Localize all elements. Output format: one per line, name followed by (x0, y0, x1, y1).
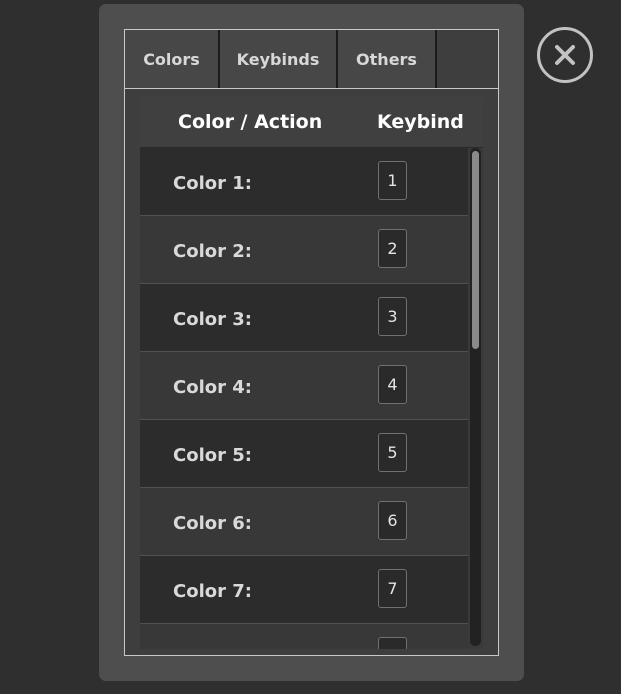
table-body: Color 1: 1 Color 2: 2 Color 3: 3 Color 4… (140, 148, 468, 649)
scrollbar[interactable] (468, 148, 483, 649)
table-row: Color 1: 1 (140, 148, 468, 216)
keybind-input[interactable]: 3 (378, 297, 407, 336)
row-label: Color 6: (173, 513, 252, 534)
keybind-input[interactable]: 6 (378, 501, 407, 540)
table-row: Color 4: 4 (140, 352, 468, 420)
table-row (140, 624, 468, 649)
column-header-color-action: Color / Action (178, 111, 323, 133)
scrollbar-thumb[interactable] (472, 151, 479, 349)
row-label: Color 7: (173, 581, 252, 602)
row-label: Color 5: (173, 445, 252, 466)
tab-others[interactable]: Others (338, 30, 437, 88)
keybind-input[interactable]: 5 (378, 433, 407, 472)
keybind-table: Color / Action Keybind Color 1: 1 Color … (140, 97, 483, 649)
keybind-input[interactable]: 2 (378, 229, 407, 268)
keybind-input[interactable]: 7 (378, 569, 407, 608)
row-label: Color 2: (173, 241, 252, 262)
keybind-input[interactable]: 1 (378, 161, 407, 200)
table-row: Color 6: 6 (140, 488, 468, 556)
close-icon (555, 45, 575, 65)
tab-keybinds[interactable]: Keybinds (220, 30, 338, 88)
row-label: Color 3: (173, 309, 252, 330)
table-row: Color 5: 5 (140, 420, 468, 488)
row-label: Color 4: (173, 377, 252, 398)
table-header: Color / Action Keybind (140, 97, 483, 148)
close-button[interactable] (537, 27, 593, 83)
row-label: Color 1: (173, 173, 252, 194)
column-header-keybind: Keybind (377, 111, 464, 133)
keybind-input[interactable]: 4 (378, 365, 407, 404)
keybind-input[interactable] (378, 637, 407, 649)
table-row: Color 7: 7 (140, 556, 468, 624)
tab-colors[interactable]: Colors (125, 30, 220, 88)
table-row: Color 2: 2 (140, 216, 468, 284)
tab-bar: Colors Keybinds Others (125, 30, 498, 89)
table-row: Color 3: 3 (140, 284, 468, 352)
settings-panel: Colors Keybinds Others Color / Action Ke… (124, 29, 499, 656)
